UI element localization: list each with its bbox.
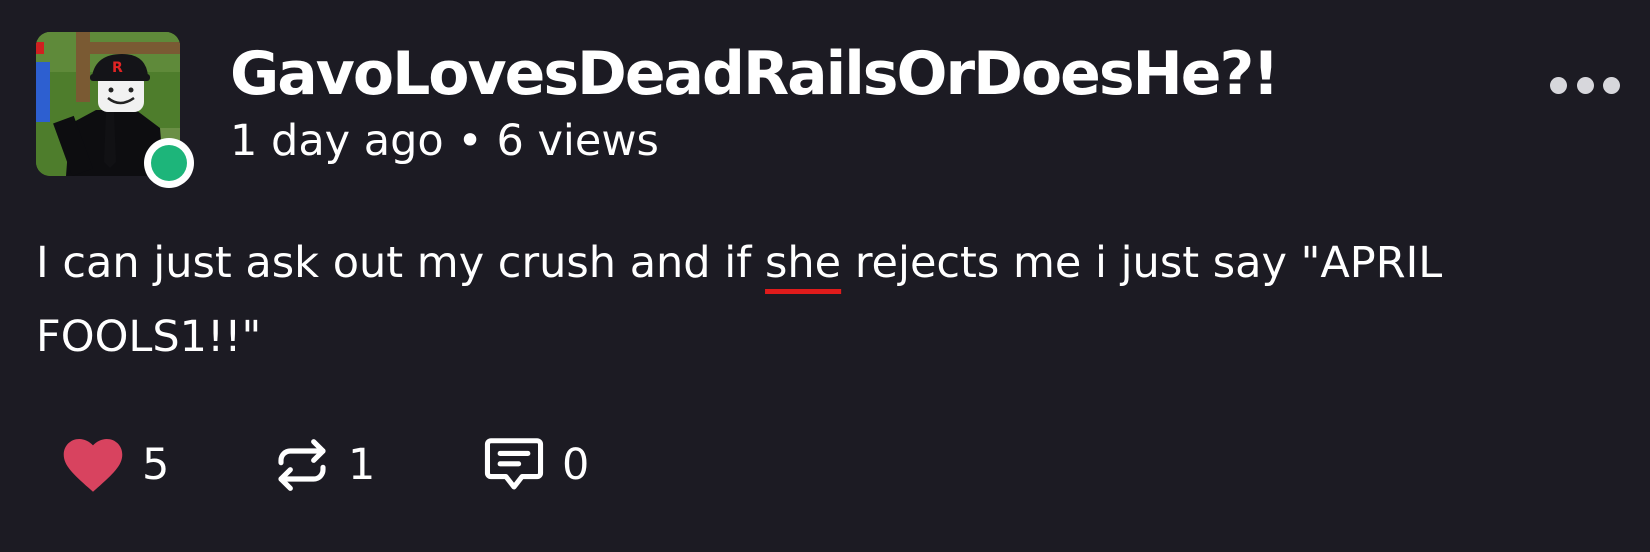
like-button[interactable]: 5 — [62, 430, 169, 500]
post-text: I can just ask out my crush and if — [36, 238, 766, 288]
misspelled-word: she — [765, 238, 842, 288]
comment-button[interactable]: 0 — [484, 430, 589, 500]
repost-button[interactable]: 1 — [274, 430, 375, 500]
more-dots-icon — [1550, 76, 1567, 94]
online-status-indicator — [144, 138, 194, 188]
post-meta: 1 day ago • 6 views — [230, 116, 659, 166]
comment-icon — [484, 438, 544, 490]
repost-icon — [278, 439, 326, 491]
post-body-line-1: I can just ask out my crush and if she r… — [36, 226, 1596, 300]
post-body-line-2: FOOLS1!!" — [36, 312, 262, 362]
more-options-button[interactable] — [1550, 70, 1620, 100]
author-username[interactable]: GavoLovesDeadRailsOrDoesHe?! — [230, 36, 1280, 112]
heart-icon — [63, 439, 123, 492]
author-avatar-container[interactable]: R — [36, 32, 194, 188]
post-text: rejects me i just say "APRIL — [841, 238, 1443, 288]
comment-count: 0 — [562, 440, 590, 490]
more-dots-icon — [1576, 76, 1594, 94]
svg-text:R: R — [112, 60, 123, 76]
post-body: I can just ask out my crush and if she r… — [36, 226, 1596, 374]
online-status-dot — [151, 145, 187, 181]
more-dots-icon — [1603, 76, 1620, 94]
like-count: 5 — [142, 440, 170, 490]
repost-count: 1 — [348, 440, 376, 490]
